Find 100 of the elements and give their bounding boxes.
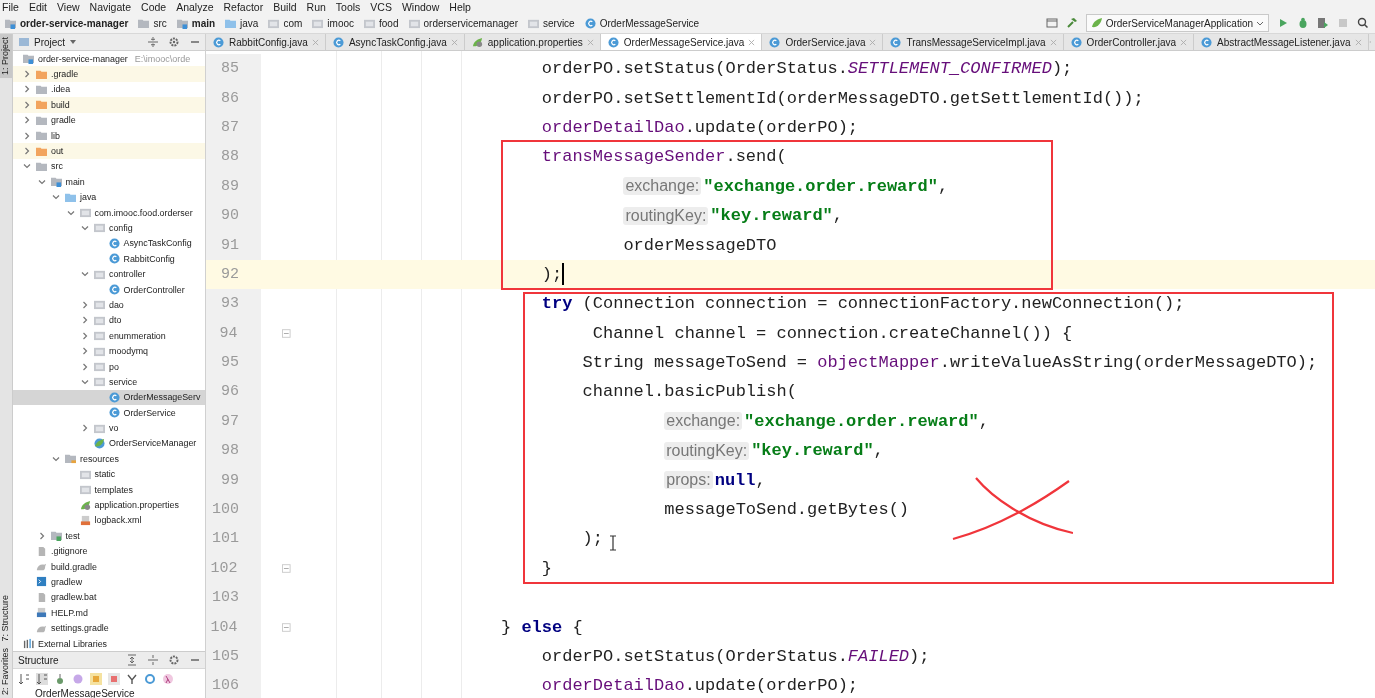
breadcrumb-item[interactable]: com	[267, 17, 303, 29]
tree-item[interactable]: RabbitConfig	[13, 251, 205, 267]
tree-item[interactable]: src	[13, 158, 205, 175]
tree-item[interactable]: logback.xml	[13, 512, 205, 529]
inherited-icon[interactable]	[54, 672, 66, 685]
tool-window-tab[interactable]: 1: Project	[0, 34, 12, 79]
close-icon[interactable]	[586, 38, 594, 46]
tree-item[interactable]: OrderController	[13, 281, 205, 298]
menu-item[interactable]: View	[57, 0, 80, 13]
tree-item[interactable]: .gradle	[13, 66, 205, 82]
close-icon[interactable]	[450, 38, 458, 46]
breadcrumb-item[interactable]: java	[224, 17, 259, 29]
editor-tab[interactable]: TransMessageServiceImpl.java	[883, 34, 1064, 50]
hammer-icon[interactable]	[1065, 17, 1078, 29]
tree-item[interactable]: OrderServiceManager	[13, 435, 205, 452]
tree-item[interactable]: vo	[13, 420, 205, 436]
breadcrumb-item[interactable]: orderservicemanager	[407, 17, 518, 29]
tool-window-tab[interactable]: 7: Structure	[0, 592, 12, 645]
editor-tab[interactable]: OrderMessageService.java	[600, 34, 763, 50]
tree-item[interactable]: service	[13, 374, 205, 390]
editor-tab[interactable]: OrderController.java	[1063, 34, 1195, 50]
tree-item[interactable]: order-service-manager E:\imooc\orde	[13, 51, 205, 67]
chevron-right-icon[interactable]	[22, 69, 32, 80]
editor-tab[interactable]: application.properties	[464, 34, 601, 50]
editor-tab[interactable]: RabbitConfig.java	[206, 34, 326, 50]
breadcrumb-item[interactable]: main	[175, 17, 216, 29]
editor-tab[interactable]: AsyncTaskConfig.java	[325, 34, 465, 50]
menu-item[interactable]: Navigate	[89, 0, 132, 13]
tree-item[interactable]: OrderService	[13, 405, 205, 421]
tool-window-tab[interactable]: 2: Favorites	[0, 644, 12, 698]
tree-item[interactable]: po	[13, 358, 205, 375]
menu-item[interactable]: VCS	[370, 0, 392, 13]
menu-item[interactable]: Code	[141, 0, 167, 13]
tree-item[interactable]: static	[13, 466, 205, 482]
breadcrumb-item[interactable]: imooc	[311, 17, 355, 29]
menu-item[interactable]: Build	[273, 0, 297, 13]
tree-item[interactable]: AsyncTaskConfig	[13, 235, 205, 252]
tree-item[interactable]: OrderMessageServ	[13, 389, 205, 405]
tree-item[interactable]: test	[13, 528, 205, 544]
tree-item[interactable]: settings.gradle	[13, 620, 205, 636]
chevron-right-icon[interactable]	[22, 146, 32, 157]
menu-item[interactable]: File	[2, 0, 19, 13]
chevron-right-icon[interactable]	[22, 99, 32, 110]
breadcrumb-item[interactable]: food	[363, 17, 399, 29]
tree-item[interactable]: External Libraries	[13, 635, 205, 651]
search-icon[interactable]	[1357, 17, 1369, 29]
tree-item[interactable]: gradle	[13, 112, 205, 128]
tree-item[interactable]: .idea	[13, 81, 205, 98]
bug-icon[interactable]	[1297, 17, 1309, 29]
branch-icon[interactable]	[126, 672, 138, 685]
tree-item[interactable]: lib	[13, 127, 205, 144]
menu-item[interactable]: Analyze	[176, 0, 214, 13]
expand-icon[interactable]	[126, 654, 138, 666]
menu-item[interactable]: Help	[449, 0, 471, 13]
tree-item[interactable]: java	[13, 189, 205, 205]
close-icon[interactable]	[748, 38, 756, 46]
fold-marker-icon[interactable]	[282, 328, 291, 338]
menu-item[interactable]: Window	[401, 0, 440, 13]
play-icon[interactable]	[1277, 17, 1289, 29]
fold-marker-icon[interactable]	[282, 563, 291, 573]
menu-item[interactable]: Run	[306, 0, 326, 13]
gear-icon[interactable]	[168, 654, 180, 666]
breadcrumb-item[interactable]: order-service-manager	[4, 17, 129, 29]
editor-tab[interactable]: OrderService.java	[762, 34, 884, 50]
breadcrumb-item[interactable]: service	[527, 17, 575, 29]
close-icon[interactable]	[869, 38, 877, 46]
close-icon[interactable]	[1049, 38, 1057, 46]
tree-item[interactable]: templates	[13, 481, 205, 498]
menu-item[interactable]: Tools	[335, 0, 361, 13]
tree-item[interactable]: build.gradle	[13, 558, 205, 575]
chevron-right-icon[interactable]	[22, 130, 32, 141]
tree-item[interactable]: dao	[13, 297, 205, 313]
circle-icon[interactable]	[144, 672, 156, 685]
chevron-right-icon[interactable]	[80, 423, 90, 434]
caret-icon[interactable]	[69, 38, 78, 46]
close-icon[interactable]	[311, 38, 319, 46]
tree-item[interactable]: main	[13, 174, 205, 190]
collapse-icon[interactable]	[147, 36, 159, 48]
field-icon[interactable]	[90, 672, 102, 685]
method-icon[interactable]	[108, 672, 120, 685]
chevron-right-icon[interactable]	[80, 330, 90, 341]
chevron-right-icon[interactable]	[22, 115, 32, 126]
chevron-down-icon[interactable]	[80, 223, 90, 233]
chevron-right-icon[interactable]	[80, 361, 90, 372]
lambda-icon[interactable]	[162, 672, 174, 685]
tree-item[interactable]: config	[13, 220, 205, 236]
tree-item[interactable]: gradlew.bat	[13, 589, 205, 606]
tree-item[interactable]: application.properties	[13, 497, 205, 513]
menu-item[interactable]: Edit	[28, 0, 47, 13]
panel-title[interactable]: Structure	[18, 654, 59, 666]
tree-item[interactable]: resources	[13, 451, 205, 467]
gear-icon[interactable]	[168, 36, 180, 48]
close-icon[interactable]	[1354, 38, 1362, 46]
property-icon[interactable]	[72, 672, 84, 685]
chevron-right-icon[interactable]	[22, 84, 32, 95]
fold-marker-icon[interactable]	[282, 622, 291, 632]
layout-icon[interactable]	[1045, 17, 1058, 29]
tree-item[interactable]: gradlew	[13, 574, 205, 590]
close-icon[interactable]	[1180, 38, 1188, 46]
editor-tab[interactable]: AbstractMessageListener.java	[1194, 34, 1369, 50]
